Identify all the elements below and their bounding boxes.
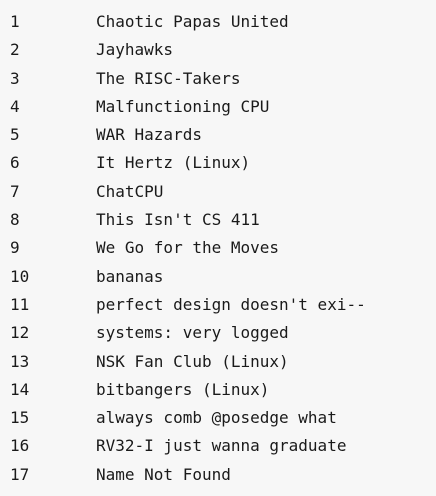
list-item: 3 The RISC-Takers: [0, 65, 436, 93]
list-item: 16 RV32-I just wanna graduate: [0, 432, 436, 460]
rank-number: 4: [10, 96, 20, 116]
team-name: Malfunctioning CPU: [96, 96, 270, 116]
list-item: 9 We Go for the Moves: [0, 234, 436, 262]
rank-number: 17: [10, 464, 30, 484]
rank-number: 8: [10, 210, 20, 230]
list-item: 1 Chaotic Papas United: [0, 8, 436, 36]
rank-number: 7: [10, 181, 20, 201]
list-item: 4 Malfunctioning CPU: [0, 93, 436, 121]
rank-number: 10: [10, 266, 30, 286]
list-item: 11 perfect design doesn't exi--: [0, 291, 436, 319]
list-item: 13 NSK Fan Club (Linux): [0, 348, 436, 376]
rank-number: 14: [10, 379, 30, 399]
rank-number: 15: [10, 408, 30, 428]
rank-number: 13: [10, 351, 30, 371]
team-name: It Hertz (Linux): [96, 153, 251, 173]
rank-number: 9: [10, 238, 20, 258]
list-item: 15 always comb @posedge what: [0, 404, 436, 432]
team-name: WAR Hazards: [96, 125, 202, 145]
rank-number: 2: [10, 40, 20, 60]
rank-number: 3: [10, 68, 20, 88]
list-item: 8 This Isn't CS 411: [0, 206, 436, 234]
team-name: The RISC-Takers: [96, 68, 241, 88]
rank-number: 11: [10, 294, 30, 314]
rank-number: 5: [10, 125, 20, 145]
rank-number: 1: [10, 12, 20, 31]
rankings-list: 1 Chaotic Papas United 2 Jayhawks 3 The …: [0, 0, 436, 496]
team-name: bitbangers (Linux): [96, 379, 270, 399]
team-name: Jayhawks: [96, 40, 174, 60]
team-name: bananas: [96, 266, 164, 286]
team-name: NSK Fan Club (Linux): [96, 351, 289, 371]
team-name: ChatCPU: [96, 181, 164, 201]
team-name: This Isn't CS 411: [96, 210, 260, 230]
team-name: We Go for the Moves: [96, 238, 280, 258]
rank-number: 12: [10, 323, 30, 343]
team-name: RV32-I just wanna graduate: [96, 436, 347, 456]
list-item: 17 Name Not Found: [0, 461, 436, 489]
list-item: 2 Jayhawks: [0, 36, 436, 64]
list-item: 5 WAR Hazards: [0, 121, 436, 149]
team-name: systems: very logged: [96, 323, 289, 343]
list-item: 14 bitbangers (Linux): [0, 376, 436, 404]
list-item: 12 systems: very logged: [0, 319, 436, 347]
team-name: perfect design doesn't exi--: [96, 294, 366, 314]
team-name: Name Not Found: [96, 464, 231, 484]
team-name: always comb @posedge what: [96, 408, 337, 428]
list-item: 10 bananas: [0, 263, 436, 291]
rank-number: 6: [10, 153, 20, 173]
rank-number: 16: [10, 436, 30, 456]
team-name: Chaotic Papas United: [96, 12, 289, 31]
list-item: 6 It Hertz (Linux): [0, 149, 436, 177]
list-item: 7 ChatCPU: [0, 178, 436, 206]
